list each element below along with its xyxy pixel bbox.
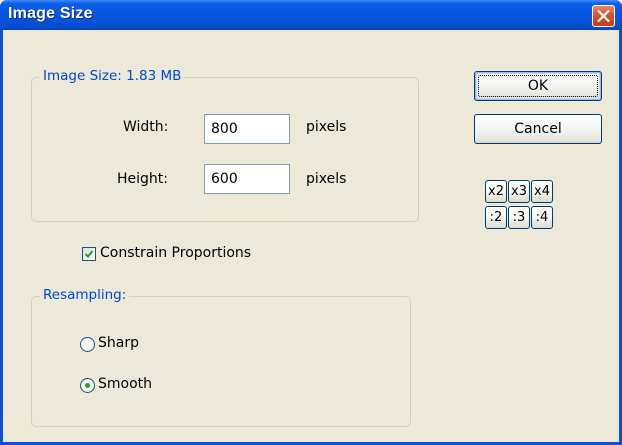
dialog-body: Image Size: 1.83 MB Width: pixels Height… xyxy=(3,30,619,442)
height-input[interactable] xyxy=(204,164,290,194)
radio-selected-dot xyxy=(85,383,90,388)
smooth-label[interactable]: Smooth xyxy=(98,376,152,392)
resampling-group-title: Resampling: xyxy=(40,287,130,303)
constrain-proportions-label[interactable]: Constrain Proportions xyxy=(100,245,251,261)
image-size-dialog: Image Size Image Size: 1.83 MB Width: pi… xyxy=(0,0,622,445)
height-label: Height: xyxy=(117,171,168,187)
scale-div4-button[interactable]: :4 xyxy=(531,206,553,229)
scale-div2-button[interactable]: :2 xyxy=(485,206,507,229)
title-bar[interactable]: Image Size xyxy=(0,0,622,30)
width-input[interactable] xyxy=(204,114,290,144)
sharp-label[interactable]: Sharp xyxy=(98,335,139,351)
image-size-group-title: Image Size: 1.83 MB xyxy=(40,68,185,84)
cancel-button[interactable]: Cancel xyxy=(474,114,602,144)
scale-div3-button[interactable]: :3 xyxy=(508,206,530,229)
smooth-radio[interactable] xyxy=(80,378,95,393)
checkmark-icon xyxy=(84,250,94,258)
dialog-title: Image Size xyxy=(8,5,93,22)
focus-rectangle xyxy=(478,75,598,97)
close-button[interactable] xyxy=(592,5,615,27)
constrain-proportions-checkbox[interactable] xyxy=(82,247,96,261)
height-unit: pixels xyxy=(306,171,347,187)
width-label: Width: xyxy=(123,119,169,135)
sharp-radio[interactable] xyxy=(80,337,95,352)
cancel-button-label: Cancel xyxy=(514,121,562,137)
width-unit: pixels xyxy=(306,119,347,135)
image-size-group: Image Size: 1.83 MB xyxy=(31,68,419,222)
ok-button[interactable]: OK xyxy=(474,71,602,101)
resampling-group: Resampling: xyxy=(31,287,411,427)
scale-x3-button[interactable]: x3 xyxy=(508,180,530,203)
scale-x2-button[interactable]: x2 xyxy=(485,180,507,203)
scale-x4-button[interactable]: x4 xyxy=(531,180,553,203)
close-x-icon xyxy=(597,10,610,22)
